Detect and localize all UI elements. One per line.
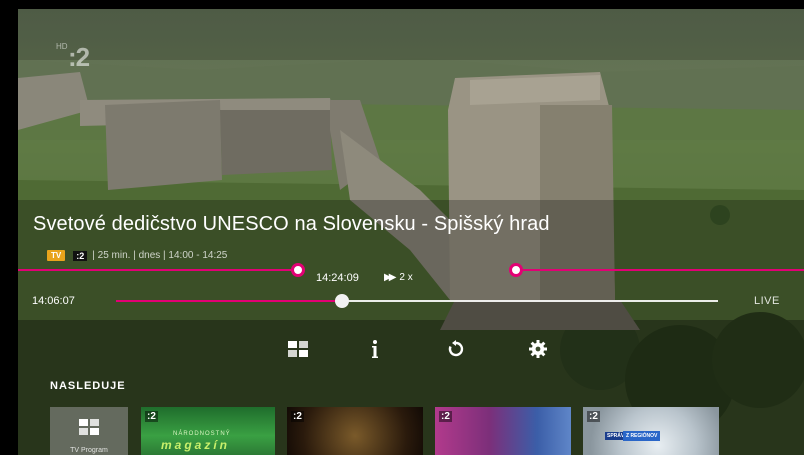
tile-channel-logo: :2 bbox=[145, 411, 158, 422]
tv-badge: TV bbox=[47, 250, 66, 261]
tile-caption-line2: magazín bbox=[161, 438, 231, 452]
tile-channel-logo: :2 bbox=[587, 411, 600, 422]
program-meta: TV :2 | 25 min. | dnes | 14:00 - 14:25 bbox=[47, 249, 227, 262]
settings-button[interactable] bbox=[527, 338, 549, 360]
video-screen[interactable]: HD :2 Svetové dedičstvo UNESCO na Sloven… bbox=[0, 0, 804, 455]
fast-forward-icon: ▶▶ bbox=[384, 272, 397, 283]
restart-icon bbox=[448, 340, 464, 357]
speed-value: 2 x bbox=[399, 272, 413, 283]
program-title: Svetové dedičstvo UNESCO na Slovensku - … bbox=[33, 213, 550, 235]
tv-guide-icon bbox=[288, 341, 308, 357]
playback-speed: ▶▶ 2 x bbox=[384, 272, 413, 283]
gear-icon bbox=[529, 340, 547, 358]
tv-program-tile[interactable]: TV Program bbox=[50, 407, 128, 455]
next-program-tile[interactable]: :2 SPRÁVY Z REGIÓNOV bbox=[583, 407, 719, 455]
program-meta-text: | 25 min. | dnes | 14:00 - 14:25 bbox=[92, 250, 228, 261]
channel-badge: :2 bbox=[73, 250, 88, 261]
tile-channel-logo: :2 bbox=[291, 411, 304, 422]
info-button[interactable] bbox=[364, 338, 386, 360]
live-label[interactable]: LIVE bbox=[754, 295, 780, 307]
seek-marker-right[interactable] bbox=[509, 263, 523, 277]
next-program-tile[interactable]: :2 bbox=[435, 407, 571, 455]
frame-border-left bbox=[0, 0, 18, 455]
tile-caption-line1: NÁRODNOSTNÝ bbox=[173, 431, 231, 437]
start-time: 14:06:07 bbox=[32, 295, 75, 307]
restart-button[interactable] bbox=[445, 338, 467, 360]
seek-marker-left[interactable] bbox=[291, 263, 305, 277]
seek-marker-line-right bbox=[516, 269, 804, 271]
current-time: 14:24:09 bbox=[316, 272, 359, 284]
tv-program-label: TV Program bbox=[70, 447, 108, 454]
next-program-tile[interactable]: :2 bbox=[287, 407, 423, 455]
channel-number: :2 bbox=[68, 42, 90, 72]
tv-guide-button[interactable] bbox=[287, 338, 309, 360]
tv-guide-icon bbox=[79, 419, 99, 435]
tile-channel-logo: :2 bbox=[439, 411, 452, 422]
progress-knob[interactable] bbox=[335, 294, 349, 308]
seek-marker-line-left bbox=[0, 269, 297, 271]
next-section-label: NASLEDUJE bbox=[50, 380, 126, 392]
frame-border-top bbox=[0, 0, 804, 9]
info-icon bbox=[372, 340, 378, 358]
next-program-tile[interactable]: :2 NÁRODNOSTNÝ magazín bbox=[141, 407, 275, 455]
progress-fill bbox=[116, 300, 343, 302]
tile-tag-regions: Z REGIÓNOV bbox=[623, 431, 661, 441]
hd-label: HD bbox=[56, 42, 68, 51]
